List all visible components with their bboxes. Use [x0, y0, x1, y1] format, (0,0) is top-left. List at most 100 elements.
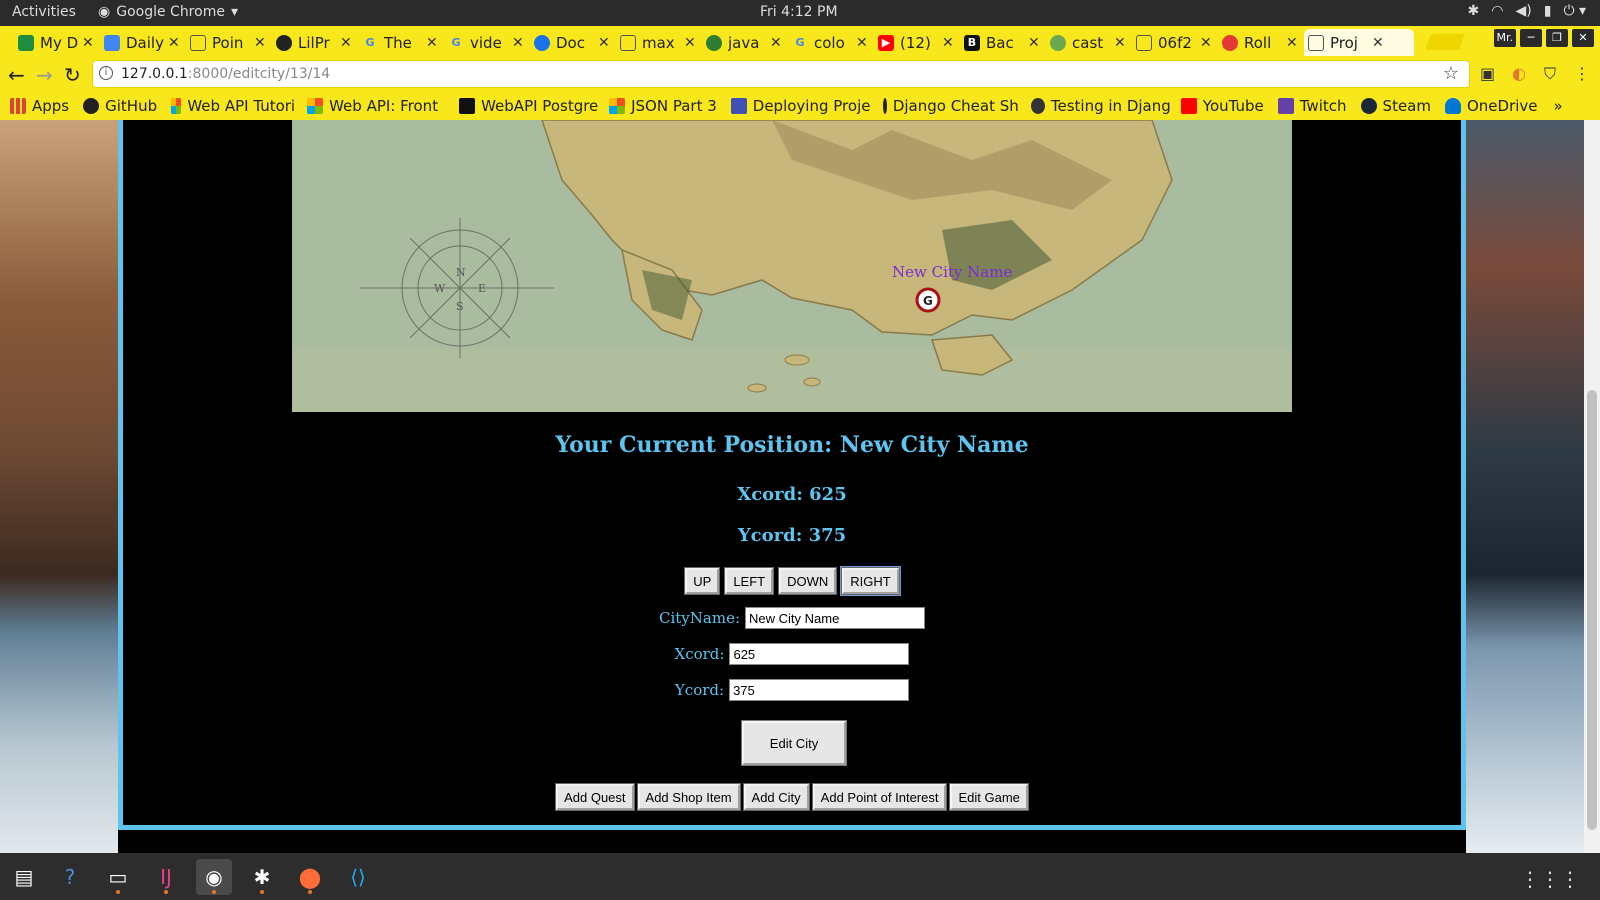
close-icon[interactable]: ✕ — [856, 35, 868, 51]
bookmark-webapi-tutorial[interactable]: Web API Tutori — [171, 97, 295, 115]
bookmarks-overflow-icon[interactable]: » — [1554, 97, 1563, 115]
bookmark-json-part3[interactable]: JSON Part 3 — [609, 97, 717, 115]
restore-icon[interactable]: ❐ — [1546, 29, 1568, 47]
activities-button[interactable]: Activities — [12, 4, 76, 20]
info-icon[interactable]: i — [99, 66, 113, 80]
postman-icon[interactable]: ⬤ — [292, 859, 328, 895]
close-icon[interactable]: ✕ — [254, 35, 266, 51]
close-icon[interactable]: ✕ — [1114, 35, 1126, 51]
power-icon[interactable]: ⏻ ▾ — [1563, 3, 1586, 19]
add-quest-button[interactable]: Add Quest — [556, 784, 634, 810]
close-icon[interactable]: ✕ — [512, 35, 524, 51]
close-icon[interactable]: ✕ — [340, 35, 352, 51]
close-icon[interactable]: ✕ — [770, 35, 782, 51]
clock[interactable]: Fri 4:12 PM — [760, 4, 838, 20]
extension-print-icon[interactable]: ▣ — [1480, 64, 1495, 83]
world-map[interactable]: N S E W New City Name G — [292, 120, 1292, 412]
intellij-icon[interactable]: IJ — [148, 859, 184, 895]
close-icon[interactable]: ✕ — [598, 35, 610, 51]
close-icon[interactable]: ✕ — [1286, 35, 1298, 51]
add-point-of-interest-button[interactable]: Add Point of Interest — [812, 784, 947, 810]
minimize-icon[interactable]: ─ — [1520, 29, 1542, 47]
bookmark-twitch[interactable]: Twitch — [1277, 97, 1347, 115]
reload-icon[interactable]: ↻ — [64, 63, 81, 87]
close-icon[interactable]: ✕ — [1028, 35, 1040, 51]
bookmark-youtube[interactable]: YouTube — [1180, 97, 1264, 115]
system-tray[interactable]: ✱ ◠ ◀) ▮ ⏻ ▾ — [1468, 3, 1586, 19]
tab-11[interactable]: ▶ (12) ✕ — [874, 29, 954, 56]
vscode-icon[interactable]: ⟨⟩ — [340, 859, 376, 895]
bookmark-label: YouTube — [1202, 97, 1264, 115]
forward-arrow-icon[interactable]: → — [36, 63, 53, 87]
tab-12[interactable]: B Bac ✕ — [960, 29, 1040, 56]
new-tab-button[interactable] — [1425, 34, 1465, 50]
close-icon[interactable]: ✕ — [942, 35, 954, 51]
city-name-input[interactable] — [745, 607, 925, 629]
files-icon[interactable]: ▤ — [6, 859, 42, 895]
extension-shield-icon[interactable]: ⛉ — [1544, 64, 1556, 84]
profile-button[interactable]: Mr. — [1493, 29, 1516, 47]
tab-1[interactable]: My D ✕ — [14, 29, 94, 56]
scrollbar-thumb[interactable] — [1587, 390, 1597, 830]
page-viewport: N S E W New City Name G Your Current Pos… — [0, 120, 1600, 853]
tab-2[interactable]: Daily ✕ — [100, 29, 180, 56]
bookmark-django-cheat[interactable]: Django Cheat Sh — [882, 97, 1019, 115]
slack-icon[interactable]: ✱ — [244, 859, 280, 895]
edit-game-button[interactable]: Edit Game — [950, 784, 1028, 810]
close-window-icon[interactable]: ✕ — [1572, 29, 1594, 47]
terminal-icon[interactable]: ▭ — [100, 859, 136, 895]
show-applications-icon[interactable]: ⋮⋮⋮ — [1520, 867, 1580, 891]
url-text[interactable]: 127.0.0.1:8000/editcity/13/14 — [121, 66, 330, 82]
add-city-button[interactable]: Add City — [743, 784, 809, 810]
move-up-button[interactable]: UP — [685, 568, 720, 594]
tab-6[interactable]: Gvide ✕ — [444, 29, 524, 56]
tab-16-active[interactable]: Proj ✕ — [1304, 29, 1414, 56]
move-left-button[interactable]: LEFT — [725, 568, 774, 594]
tab-5[interactable]: G The ✕ — [358, 29, 438, 56]
bookmark-github[interactable]: GitHub — [83, 97, 157, 115]
tab-10[interactable]: Gcolo ✕ — [788, 29, 868, 56]
address-bar[interactable]: i 127.0.0.1:8000/editcity/13/14 ☆ — [92, 60, 1470, 88]
tab-14[interactable]: 06f2 ✕ — [1132, 29, 1212, 56]
edit-city-button[interactable]: Edit City — [742, 721, 846, 765]
close-icon[interactable]: ✕ — [426, 35, 438, 51]
close-icon[interactable]: ✕ — [1372, 35, 1384, 51]
chrome-icon[interactable]: ◉ — [196, 859, 232, 895]
bookmark-webapi-postgres[interactable]: WebAPI Postgre — [459, 97, 599, 115]
close-icon[interactable]: ✕ — [1200, 35, 1212, 51]
wifi-icon[interactable]: ◠ — [1491, 3, 1503, 19]
bookmark-apps[interactable]: Apps — [10, 97, 69, 115]
bookmark-onedrive[interactable]: OneDrive — [1444, 97, 1538, 115]
battery-icon[interactable]: ▮ — [1544, 3, 1552, 19]
move-down-button[interactable]: DOWN — [779, 568, 837, 594]
bookmark-testing-django[interactable]: Testing in Djang — [1030, 97, 1171, 115]
tab-label: The — [384, 33, 412, 52]
add-shop-item-button[interactable]: Add Shop Item — [637, 784, 740, 810]
bookmark-deploying[interactable]: Deploying Proje — [730, 97, 871, 115]
close-icon[interactable]: ✕ — [684, 35, 696, 51]
extension-postman-icon[interactable]: ◐ — [1512, 64, 1526, 83]
tab-8[interactable]: max ✕ — [616, 29, 696, 56]
move-right-button[interactable]: RIGHT — [842, 568, 899, 594]
slack-tray-icon[interactable]: ✱ — [1468, 3, 1480, 19]
tab-13[interactable]: cast ✕ — [1046, 29, 1126, 56]
bookmark-steam[interactable]: Steam — [1360, 97, 1431, 115]
close-icon[interactable]: ✕ — [168, 35, 180, 51]
tab-7[interactable]: Doc ✕ — [530, 29, 610, 56]
bookmark-webapi-front[interactable]: Web API: Front — [307, 97, 447, 115]
bookmark-star-icon[interactable]: ☆ — [1443, 63, 1459, 84]
app-menu[interactable]: ◉ Google Chrome ▾ — [98, 4, 238, 20]
help-icon[interactable]: ? — [52, 859, 88, 895]
tab-4[interactable]: LilPr ✕ — [272, 29, 352, 56]
tab-3[interactable]: Poin ✕ — [186, 29, 266, 56]
page-icon — [190, 34, 206, 51]
volume-icon[interactable]: ◀) — [1515, 3, 1531, 19]
xcord-input[interactable] — [729, 643, 910, 665]
close-icon[interactable]: ✕ — [82, 35, 94, 51]
back-arrow-icon[interactable]: ← — [8, 63, 25, 87]
ycord-input[interactable] — [729, 679, 910, 701]
page-scrollbar[interactable] — [1584, 120, 1600, 853]
tab-9[interactable]: java ✕ — [702, 29, 782, 56]
tab-15[interactable]: Roll ✕ — [1218, 29, 1298, 56]
menu-kebab-icon[interactable]: ⋮ — [1574, 64, 1590, 83]
